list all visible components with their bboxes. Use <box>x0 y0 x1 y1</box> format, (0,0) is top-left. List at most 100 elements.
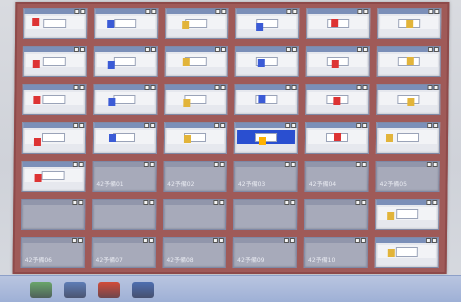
thumbnail-tile[interactable] <box>91 198 157 230</box>
tile-close-icon[interactable] <box>363 47 369 53</box>
tile-close-icon[interactable] <box>292 47 298 53</box>
tile-minimize-icon[interactable] <box>214 161 220 167</box>
tile-minimize-icon[interactable] <box>72 161 78 167</box>
thumbnail-tile[interactable]: 42予備06 <box>20 236 85 268</box>
thumbnail-tile[interactable] <box>375 122 441 154</box>
tile-minimize-icon[interactable] <box>143 161 149 167</box>
tile-close-icon[interactable] <box>79 47 85 53</box>
thumbnail-tile[interactable] <box>304 198 369 230</box>
thumbnail-tile[interactable] <box>22 84 87 116</box>
tile-close-icon[interactable] <box>433 123 439 129</box>
tile-minimize-icon[interactable] <box>284 199 290 205</box>
tile-minimize-icon[interactable] <box>357 47 363 53</box>
tile-close-icon[interactable] <box>80 9 86 14</box>
thumbnail-tile[interactable] <box>374 236 439 268</box>
taskbar-item-1[interactable] <box>30 282 52 298</box>
thumbnail-tile[interactable] <box>305 122 370 154</box>
thumbnail-tile[interactable] <box>305 46 371 78</box>
thumbnail-tile[interactable] <box>376 84 441 116</box>
tile-close-icon[interactable] <box>78 199 84 205</box>
tile-close-icon[interactable] <box>79 85 85 91</box>
taskbar-item-4[interactable] <box>132 282 154 298</box>
tile-minimize-icon[interactable] <box>427 85 433 91</box>
tile-minimize-icon[interactable] <box>356 123 362 129</box>
tile-minimize-icon[interactable] <box>285 123 291 129</box>
thumbnail-tile[interactable] <box>234 122 299 154</box>
tile-minimize-icon[interactable] <box>355 237 361 243</box>
thumbnail-tile[interactable]: 42予備04 <box>304 160 369 192</box>
tile-close-icon[interactable] <box>148 237 154 243</box>
thumbnail-tile[interactable]: 42予備02 <box>163 160 228 192</box>
tile-close-icon[interactable] <box>431 237 437 243</box>
tile-minimize-icon[interactable] <box>215 47 221 53</box>
tile-minimize-icon[interactable] <box>213 237 219 243</box>
tile-minimize-icon[interactable] <box>285 161 291 167</box>
tile-close-icon[interactable] <box>220 161 226 167</box>
tile-minimize-icon[interactable] <box>214 85 221 91</box>
thumbnail-tile[interactable] <box>233 198 298 230</box>
tile-minimize-icon[interactable] <box>74 9 80 14</box>
thumbnail-tile[interactable]: 42予備08 <box>162 236 227 268</box>
thumbnail-tile[interactable]: 42予備03 <box>233 160 299 192</box>
tile-close-icon[interactable] <box>78 161 84 167</box>
thumbnail-tile[interactable] <box>93 46 158 78</box>
tile-minimize-icon[interactable] <box>72 199 78 205</box>
thumbnail-tile[interactable] <box>21 122 86 154</box>
tile-close-icon[interactable] <box>221 47 227 53</box>
tile-minimize-icon[interactable] <box>427 47 433 53</box>
thumbnail-tile[interactable] <box>93 8 159 40</box>
tile-close-icon[interactable] <box>149 123 155 129</box>
tile-minimize-icon[interactable] <box>142 199 149 205</box>
tile-close-icon[interactable] <box>148 199 155 205</box>
tile-close-icon[interactable] <box>290 199 296 205</box>
tile-minimize-icon[interactable] <box>143 123 149 129</box>
thumbnail-tile[interactable] <box>164 46 229 78</box>
tile-close-icon[interactable] <box>291 161 297 167</box>
tile-close-icon[interactable] <box>291 123 297 129</box>
thumbnail-tile[interactable] <box>235 46 300 78</box>
thumbnail-tile[interactable] <box>377 8 442 40</box>
thumbnail-tile[interactable] <box>93 84 158 116</box>
tile-minimize-icon[interactable] <box>428 9 434 14</box>
thumbnail-tile[interactable] <box>375 198 440 230</box>
thumbnail-tile[interactable] <box>21 160 86 192</box>
tile-minimize-icon[interactable] <box>286 47 292 53</box>
thumbnail-tile[interactable] <box>23 8 88 40</box>
tile-minimize-icon[interactable] <box>72 123 78 129</box>
tile-minimize-icon[interactable] <box>144 85 150 91</box>
thumbnail-tile[interactable] <box>305 84 370 116</box>
tile-close-icon[interactable] <box>78 123 84 129</box>
thumbnail-tile[interactable] <box>235 8 300 40</box>
taskbar-item-2[interactable] <box>64 282 86 298</box>
tile-close-icon[interactable] <box>150 9 157 14</box>
thumbnail-tile[interactable] <box>92 122 157 154</box>
tile-minimize-icon[interactable] <box>286 9 292 14</box>
tile-minimize-icon[interactable] <box>357 9 363 14</box>
tile-minimize-icon[interactable] <box>144 9 151 14</box>
thumbnail-tile[interactable] <box>163 122 228 154</box>
tile-minimize-icon[interactable] <box>285 85 291 91</box>
tile-close-icon[interactable] <box>361 161 367 167</box>
tile-close-icon[interactable] <box>77 237 83 243</box>
tile-minimize-icon[interactable] <box>355 161 361 167</box>
tile-close-icon[interactable] <box>290 237 296 243</box>
taskbar-item-3[interactable] <box>98 282 120 298</box>
tile-close-icon[interactable] <box>150 47 156 53</box>
tile-minimize-icon[interactable] <box>355 199 361 205</box>
tile-close-icon[interactable] <box>361 199 367 205</box>
thumbnail-tile[interactable]: 42予備07 <box>91 236 156 268</box>
tile-close-icon[interactable] <box>220 85 227 91</box>
tile-minimize-icon[interactable] <box>426 199 432 205</box>
tile-close-icon[interactable] <box>434 9 440 14</box>
tile-minimize-icon[interactable] <box>356 85 362 91</box>
thumbnail-tile[interactable] <box>22 46 87 78</box>
tile-close-icon[interactable] <box>433 47 439 53</box>
tile-minimize-icon[interactable] <box>426 161 432 167</box>
tile-minimize-icon[interactable] <box>73 85 79 91</box>
thumbnail-tile[interactable]: 42予備01 <box>92 160 157 192</box>
tile-close-icon[interactable] <box>291 85 297 91</box>
tile-close-icon[interactable] <box>221 9 227 14</box>
tile-close-icon[interactable] <box>433 85 439 91</box>
thumbnail-tile[interactable] <box>306 8 371 40</box>
tile-minimize-icon[interactable] <box>213 199 219 205</box>
